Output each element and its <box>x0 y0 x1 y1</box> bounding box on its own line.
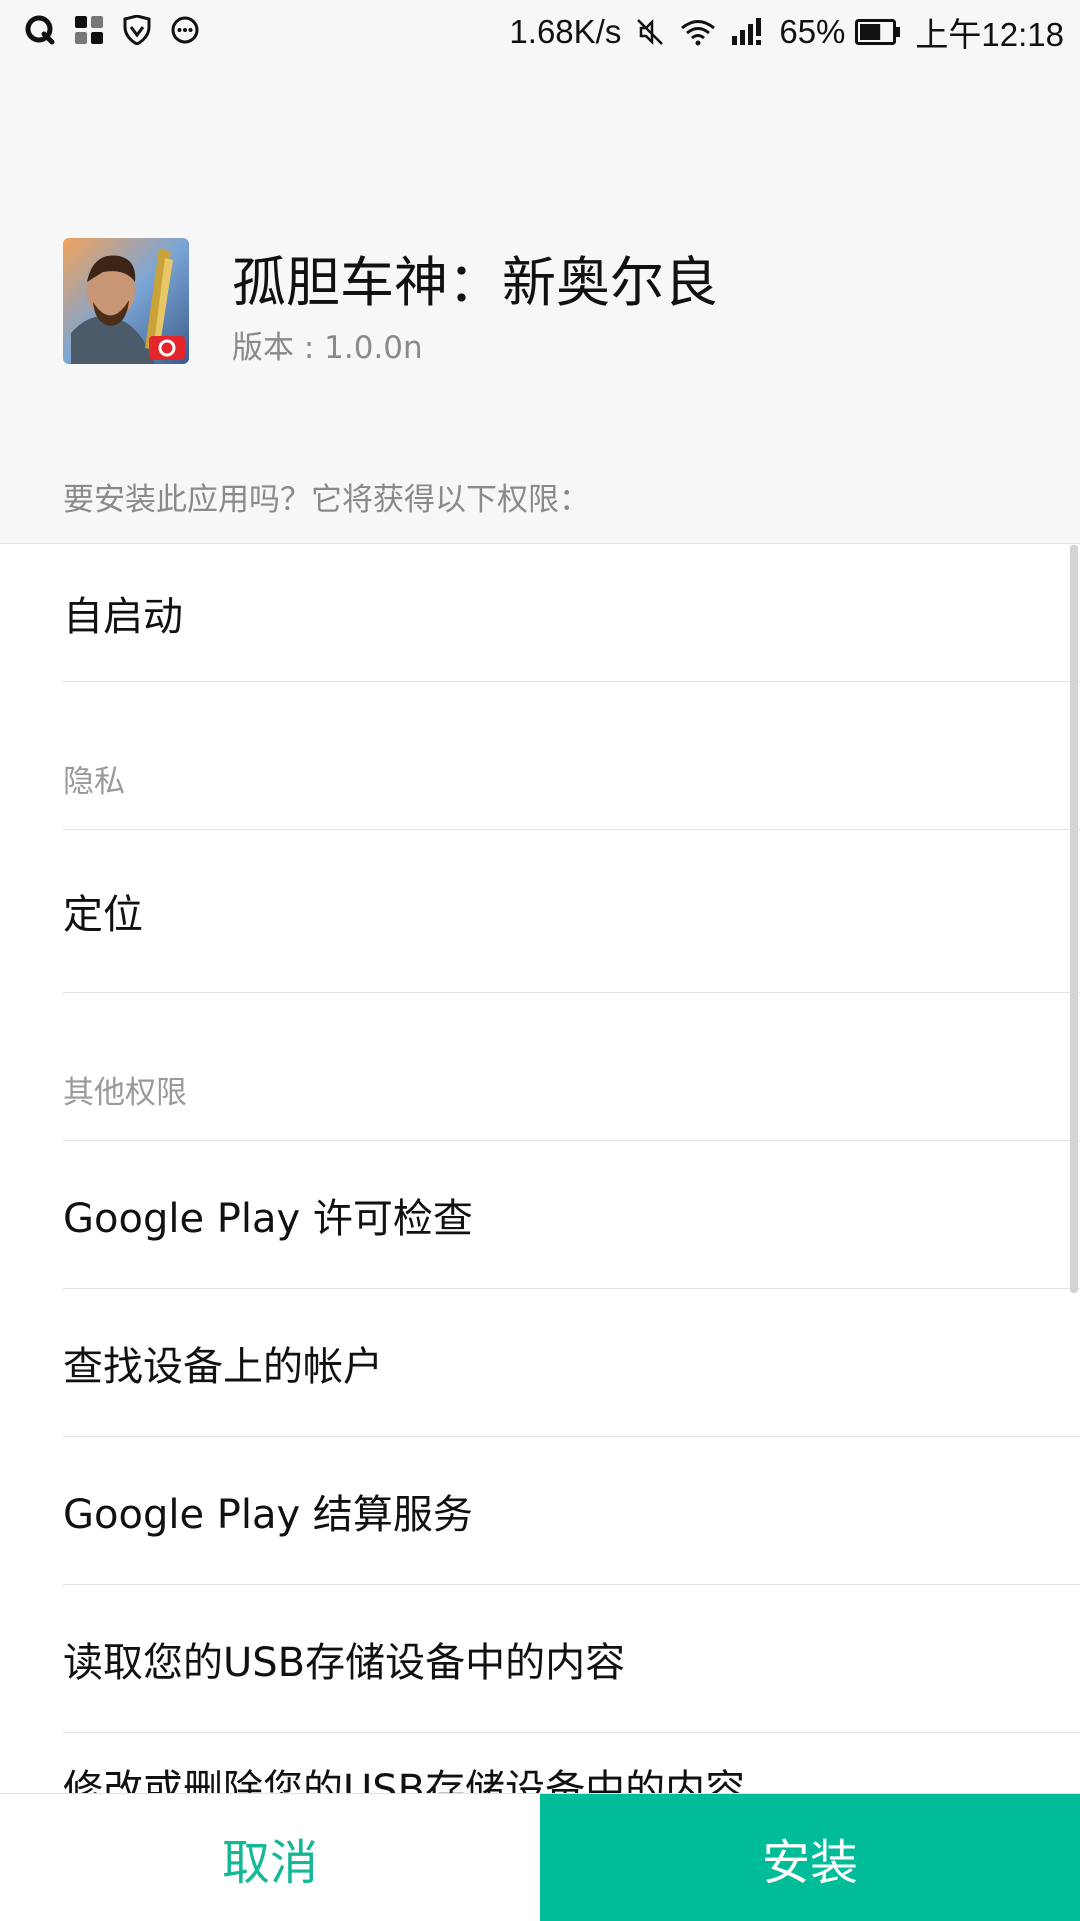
shield-icon <box>122 15 152 45</box>
section-header-privacy: 隐私 <box>63 682 1080 830</box>
permission-item-usb-modify[interactable]: 修改或删除您的USB存储设备中的内容 <box>63 1733 1080 1794</box>
permission-item-billing[interactable]: Google Play 结算服务 <box>63 1437 1080 1585</box>
app-name: 孤胆车神：新奥尔良 <box>232 251 718 314</box>
app-header: 孤胆车神：新奥尔良 版本 : 1.0.0n 要安装此应用吗？它将获得以下权限： <box>0 62 1080 542</box>
install-button[interactable]: 安装 <box>540 1794 1080 1921</box>
wifi-icon <box>679 17 717 47</box>
install-prompt: 要安装此应用吗？它将获得以下权限： <box>63 482 590 518</box>
action-bar: 取消 安装 <box>0 1793 1080 1921</box>
system-indicators: 1.68K/s 65% 上午12:18 <box>509 8 1064 56</box>
permission-item-autostart[interactable]: 自启动 <box>63 544 1080 682</box>
permission-label: 自启动 <box>63 593 183 640</box>
network-speed: 1.68K/s <box>509 13 622 50</box>
permission-item-usb-read[interactable]: 读取您的USB存储设备中的内容 <box>63 1585 1080 1733</box>
permission-label: 读取您的USB存储设备中的内容 <box>63 1639 626 1686</box>
permission-label: 查找设备上的帐户 <box>63 1343 383 1390</box>
permission-item-location[interactable]: 定位 <box>63 830 1080 993</box>
app-version: 版本 : 1.0.0n <box>232 330 423 366</box>
clock: 上午12:18 <box>915 16 1064 53</box>
app-icon <box>63 238 189 364</box>
section-label: 隐私 <box>63 764 125 800</box>
install-button-label: 安装 <box>761 1834 858 1891</box>
apps-grid-icon <box>74 15 104 45</box>
battery-percent: 65% <box>779 13 846 50</box>
permission-label: 定位 <box>63 892 143 938</box>
permission-label: 修改或删除您的USB存储设备中的内容 <box>63 1767 746 1794</box>
status-bar: 1.68K/s 65% 上午12:18 <box>0 0 1080 62</box>
battery-indicator: 65% <box>779 13 901 51</box>
permission-item-license-check[interactable]: Google Play 许可检查 <box>63 1141 1080 1289</box>
permission-list[interactable]: 自启动 隐私 定位 其他权限 Google Play 许可检查 查找设备上的帐户… <box>0 543 1080 1794</box>
notification-icons <box>24 14 200 46</box>
permission-item-find-accounts[interactable]: 查找设备上的帐户 <box>63 1289 1080 1437</box>
list-scrollbar[interactable] <box>1070 545 1078 1293</box>
section-header-other: 其他权限 <box>63 993 1080 1141</box>
mute-icon <box>635 17 665 47</box>
cancel-button[interactable]: 取消 <box>0 1794 540 1921</box>
section-label: 其他权限 <box>63 1075 187 1111</box>
battery-icon <box>855 19 901 45</box>
chat-bubble-icon <box>170 15 200 45</box>
qq-icon <box>24 14 56 46</box>
signal-icon <box>731 17 765 47</box>
permission-label: Google Play 结算服务 <box>63 1491 473 1538</box>
permission-label: Google Play 许可检查 <box>63 1195 473 1242</box>
cancel-button-label: 取消 <box>221 1834 318 1891</box>
